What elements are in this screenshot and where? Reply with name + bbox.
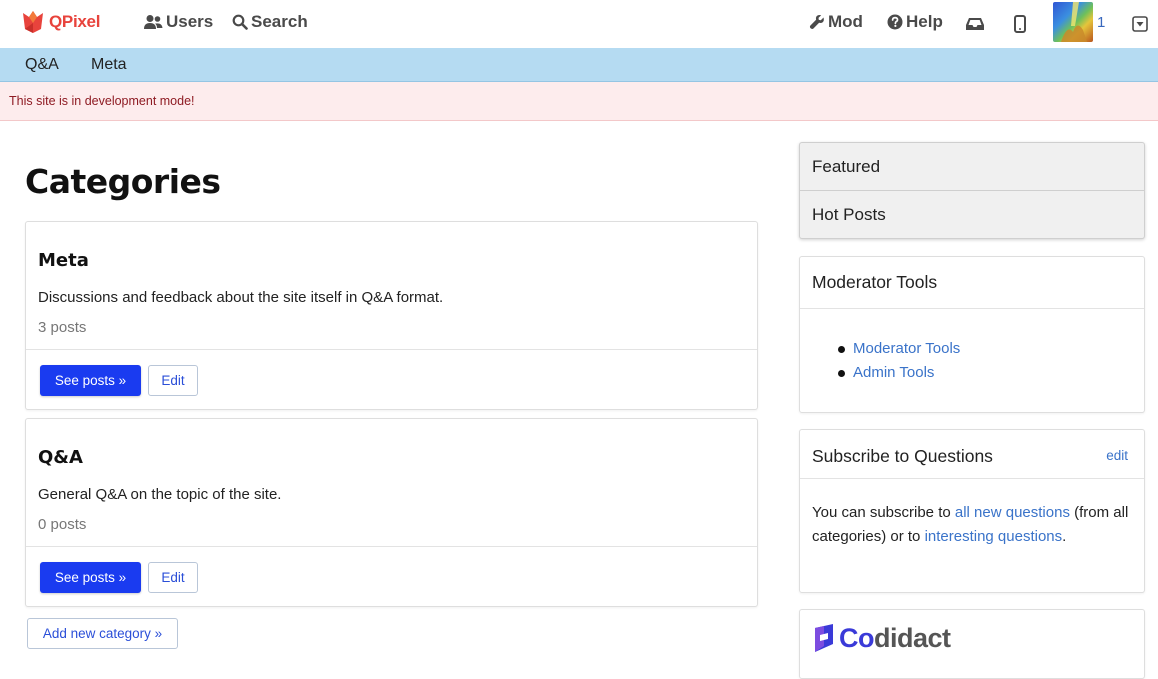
- top-header: QPixel Users Search Mod Help 1: [0, 0, 1158, 48]
- avatar-image-icon: [1061, 2, 1087, 42]
- moderator-tools-link[interactable]: Moderator Tools: [853, 340, 960, 357]
- category-bar: Q&A Meta: [0, 48, 1158, 82]
- mod-links-list: Moderator Tools Admin Tools: [838, 340, 960, 388]
- category-description: General Q&A on the topic of the site.: [38, 486, 282, 503]
- qpixel-logo-icon: [23, 11, 43, 33]
- subscribe-edit-link[interactable]: edit: [1106, 448, 1128, 463]
- category-post-count: 3 posts: [38, 319, 87, 336]
- hot-posts-label: Hot Posts: [812, 205, 886, 224]
- category-card-footer: See posts » Edit: [26, 349, 757, 410]
- codidact-wordmark-2: didact: [874, 622, 951, 653]
- edit-category-button[interactable]: Edit: [148, 562, 198, 593]
- user-menu-button[interactable]: [1129, 13, 1151, 35]
- admin-tools-link[interactable]: Admin Tools: [853, 364, 934, 381]
- subscribe-text-1: You can subscribe to: [812, 504, 955, 521]
- mobile-icon: [1014, 15, 1026, 33]
- nav-help-label: Help: [906, 12, 943, 31]
- featured-row[interactable]: Featured: [800, 143, 1144, 191]
- search-icon: [232, 14, 248, 30]
- nav-users-label: Users: [166, 12, 214, 31]
- category-card-footer: See posts » Edit: [26, 546, 757, 607]
- category-description: Discussions and feedback about the site …: [38, 289, 444, 306]
- subscribe-widget: Subscribe to Questions edit You can subs…: [799, 429, 1145, 593]
- users-icon: [144, 15, 163, 29]
- wrench-icon: [809, 14, 824, 29]
- featured-label: Featured: [812, 157, 881, 176]
- site-logo[interactable]: QPixel: [20, 9, 100, 35]
- category-tab-qa[interactable]: Q&A: [25, 56, 59, 74]
- codidact-logo[interactable]: Codidact: [813, 622, 951, 654]
- widget-title: Subscribe to Questions: [812, 446, 993, 466]
- page-title: Categories: [25, 162, 221, 201]
- mobile-button[interactable]: [1009, 13, 1031, 35]
- widget-header: Subscribe to Questions edit: [800, 430, 1144, 479]
- list-item: Admin Tools: [838, 364, 960, 388]
- category-card-meta: Meta Discussions and feedback about the …: [25, 221, 758, 410]
- interesting-questions-link[interactable]: interesting questions: [925, 528, 1063, 545]
- hot-posts-row[interactable]: Hot Posts: [800, 191, 1144, 239]
- edit-category-button[interactable]: Edit: [148, 365, 198, 396]
- codidact-wordmark-1: Co: [839, 622, 875, 653]
- codidact-logo-icon: [815, 624, 833, 652]
- widget-title: Moderator Tools: [812, 272, 938, 292]
- logo-text: QPixel: [49, 12, 101, 31]
- category-card-qa: Q&A General Q&A on the topic of the site…: [25, 418, 758, 607]
- featured-widget: Featured Hot Posts: [799, 142, 1145, 239]
- see-posts-button[interactable]: See posts »: [40, 562, 141, 593]
- caret-square-down-icon: [1132, 16, 1148, 32]
- nav-mod-link[interactable]: Mod: [809, 12, 863, 32]
- category-post-count: 0 posts: [38, 516, 87, 533]
- list-item: Moderator Tools: [838, 340, 960, 364]
- widget-header: Moderator Tools: [800, 257, 1144, 309]
- codidact-wordmark: Codidact: [839, 623, 951, 654]
- dev-mode-notice: This site is in development mode!: [0, 82, 1158, 121]
- nav-users-link[interactable]: Users: [143, 12, 213, 32]
- subscribe-text: You can subscribe to all new questions (…: [812, 501, 1132, 549]
- nav-search-link[interactable]: Search: [232, 12, 308, 32]
- reputation-count[interactable]: 1: [1097, 14, 1105, 31]
- add-category-button[interactable]: Add new category »: [27, 618, 178, 649]
- see-posts-button[interactable]: See posts »: [40, 365, 141, 396]
- subscribe-text-3: .: [1062, 528, 1067, 545]
- category-tab-meta[interactable]: Meta: [91, 56, 127, 74]
- nav-search-label: Search: [251, 12, 308, 31]
- inbox-button[interactable]: [964, 13, 986, 35]
- question-circle-icon: [887, 14, 903, 30]
- nav-help-link[interactable]: Help: [887, 12, 943, 32]
- nav-mod-label: Mod: [828, 12, 863, 31]
- all-new-questions-link[interactable]: all new questions: [955, 504, 1070, 521]
- user-avatar[interactable]: [1053, 2, 1093, 42]
- category-name: Meta: [38, 250, 89, 271]
- dev-mode-notice-text: This site is in development mode!: [9, 94, 195, 108]
- moderator-tools-widget: Moderator Tools Moderator Tools Admin To…: [799, 256, 1145, 413]
- category-name: Q&A: [38, 447, 83, 468]
- inbox-icon: [966, 18, 984, 30]
